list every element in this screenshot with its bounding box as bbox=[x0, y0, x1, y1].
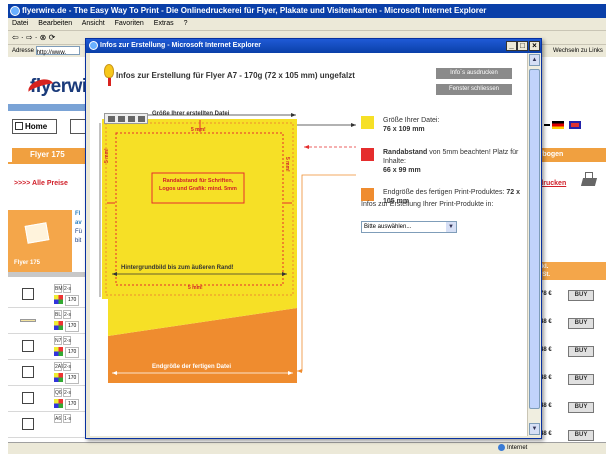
price-rows: 78 € BUY 48 € BUY 48 € BUY 48 € BUY 48 € BUY … bbox=[538, 282, 606, 450]
ie-logo-icon bbox=[10, 6, 20, 16]
info-popup-window: Infos zur Erstellung - Microsoft Interne… bbox=[85, 38, 542, 439]
address-field[interactable]: http://www. bbox=[35, 45, 80, 56]
refresh-icon[interactable]: ⟳ bbox=[49, 33, 56, 42]
price-row: 48 € BUY bbox=[538, 338, 606, 366]
browser-title-bar[interactable]: flyerwire.de - The Easy Way To Print - D… bbox=[8, 4, 606, 18]
file-size-area bbox=[102, 119, 297, 299]
color-icon bbox=[54, 347, 63, 356]
flyer-card-icon bbox=[24, 222, 50, 244]
legend-item-file-size: Größe Ihrer Datei: 76 x 109 mm bbox=[361, 116, 521, 144]
leader-orange bbox=[297, 174, 356, 372]
final-size-label: Endgröße der fertigen Datei bbox=[152, 364, 232, 370]
security-zone: Internet bbox=[498, 443, 527, 454]
product-info: Fl av Fü bit bbox=[75, 211, 83, 244]
printer-icon[interactable] bbox=[580, 172, 598, 188]
scroll-up-icon[interactable]: ▲ bbox=[529, 54, 540, 66]
product-thumbnail[interactable]: Flyer 175 bbox=[8, 210, 72, 272]
flyerwire-logo[interactable]: flyerwi bbox=[26, 76, 87, 100]
menu-help[interactable]: ? bbox=[184, 20, 188, 27]
menu-bearbeiten[interactable]: Bearbeiten bbox=[38, 20, 72, 27]
yellow-swatch bbox=[361, 116, 374, 129]
row-option[interactable] bbox=[20, 319, 36, 322]
product-info-label: Infos zur Erstellung Ihrer Print-Produkt… bbox=[361, 201, 494, 208]
home-button[interactable]: Home bbox=[12, 119, 57, 134]
address-label: Adresse bbox=[12, 48, 35, 54]
file-size-label: Größe Ihrer erstellten Datei bbox=[152, 111, 230, 117]
row-checkbox[interactable] bbox=[22, 288, 34, 300]
margin-right-label: 5 mm! bbox=[284, 157, 290, 172]
links-bar[interactable]: Wechseln zu Links bbox=[553, 45, 603, 57]
folder-icon[interactable] bbox=[138, 116, 145, 122]
drucken-link[interactable]: drucken bbox=[539, 180, 566, 187]
row-checkbox[interactable] bbox=[22, 340, 34, 352]
price-header: ikl. rSt. bbox=[538, 262, 606, 280]
desktop: flyerwire.de - The Easy Way To Print - D… bbox=[0, 0, 606, 461]
menu-ansicht[interactable]: Ansicht bbox=[82, 20, 105, 27]
menu-favoriten[interactable]: Favoriten bbox=[115, 20, 144, 27]
menu-extras[interactable]: Extras bbox=[154, 20, 174, 27]
uk-flag-icon[interactable] bbox=[569, 121, 581, 129]
color-icon bbox=[54, 399, 63, 408]
margin-top-label: 5 mm! bbox=[191, 127, 206, 133]
menu-datei[interactable]: Datei bbox=[12, 20, 28, 27]
home-icon bbox=[15, 122, 23, 130]
margin-left-label: 5 mm! bbox=[104, 148, 110, 163]
german-flag-icon[interactable] bbox=[552, 121, 564, 129]
color-icon bbox=[54, 373, 63, 382]
maximize-button[interactable]: □ bbox=[517, 41, 528, 51]
image-toolbar[interactable] bbox=[104, 113, 148, 124]
safe-zone-label: Randabstand für Schriften, Logos und Gra… bbox=[159, 178, 237, 192]
product-select[interactable]: Bitte auswählen... ▼ bbox=[361, 221, 457, 233]
back-button[interactable]: ⇦ · bbox=[12, 33, 24, 42]
row-checkbox[interactable] bbox=[22, 366, 34, 378]
price-row: 48 € BUY bbox=[538, 366, 606, 394]
buy-button[interactable]: BUY bbox=[568, 318, 594, 329]
globe-icon bbox=[498, 443, 505, 451]
buy-button[interactable]: BUY bbox=[568, 346, 594, 357]
alle-preise-link[interactable]: >>>> Alle Preise bbox=[14, 180, 68, 187]
scroll-down-icon[interactable]: ▼ bbox=[529, 423, 540, 435]
chevron-down-icon[interactable]: ▼ bbox=[446, 222, 456, 232]
popup-content: Infos zur Erstellung für Flyer A7 - 170g… bbox=[90, 53, 527, 436]
buy-button[interactable]: BUY bbox=[568, 430, 594, 441]
buy-button[interactable]: BUY bbox=[568, 402, 594, 413]
mail-icon[interactable] bbox=[128, 116, 135, 122]
popup-scrollbar[interactable]: ▲ ▼ bbox=[527, 53, 541, 436]
margin-bottom-label: 5 mm! bbox=[188, 285, 203, 291]
price-row: 78 € BUY bbox=[538, 282, 606, 310]
stop-icon[interactable]: ⊗ bbox=[40, 33, 47, 42]
save-icon[interactable] bbox=[108, 116, 115, 122]
flag-separator bbox=[544, 124, 550, 126]
buy-button[interactable]: BUY bbox=[568, 290, 594, 301]
tab-falzbogen[interactable]: fbogen bbox=[538, 148, 606, 162]
price-row: 48 € BUY bbox=[538, 394, 606, 422]
row-checkbox[interactable] bbox=[22, 418, 34, 430]
ie-logo-icon bbox=[89, 41, 98, 50]
red-swatch bbox=[361, 148, 374, 161]
popup-title-bar[interactable]: Infos zur Erstellung - Microsoft Interne… bbox=[86, 39, 541, 53]
browser-menu-bar: Datei Bearbeiten Ansicht Favoriten Extra… bbox=[8, 18, 606, 30]
color-icon bbox=[54, 295, 63, 304]
forward-button[interactable]: ⇨ · bbox=[26, 33, 38, 42]
buy-button[interactable]: BUY bbox=[568, 374, 594, 385]
popup-title: Infos zur Erstellung - Microsoft Interne… bbox=[100, 42, 262, 49]
price-row: 48 € BUY bbox=[538, 310, 606, 338]
color-icon bbox=[54, 321, 63, 330]
minimize-button[interactable]: _ bbox=[506, 41, 517, 51]
close-button[interactable]: × bbox=[529, 41, 540, 51]
status-bar: Internet bbox=[8, 442, 606, 454]
legend-item-margin: Randabstand von 5mm beachten! Platz für … bbox=[361, 148, 521, 184]
background-hint-label: Hintergrundbild bis zum äußeren Rand! bbox=[120, 265, 235, 271]
browser-title: flyerwire.de - The Easy Way To Print - D… bbox=[22, 6, 487, 15]
print-icon[interactable] bbox=[118, 116, 125, 122]
row-checkbox[interactable] bbox=[22, 392, 34, 404]
scroll-thumb[interactable] bbox=[529, 69, 540, 409]
